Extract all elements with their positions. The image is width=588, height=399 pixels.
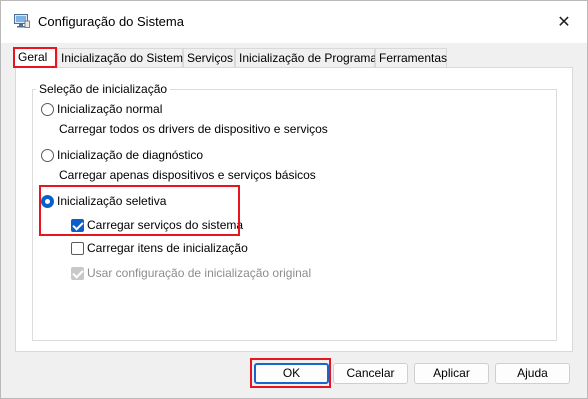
tab-ferramentas[interactable]: Ferramentas [375,48,447,67]
close-icon[interactable]: ✕ [541,1,587,43]
load-startup-items-label: Carregar itens de inicialização [87,241,248,255]
tab-servicos[interactable]: Serviços [183,48,235,67]
load-system-services-option[interactable]: Carregar serviços do sistema [71,218,243,232]
tab-inicializacao-do-sistema[interactable]: Inicialização do Sistema [57,48,190,67]
load-startup-items-checkbox[interactable] [71,241,84,255]
diagnostic-startup-label: Inicialização de diagnóstico [57,148,204,162]
msconfig-app-icon [14,14,30,28]
general-tab-panel: Seleção de inicialização Inicialização n… [15,67,573,352]
use-original-boot-label: Usar configuração de inicialização origi… [87,266,312,280]
help-button[interactable]: Ajuda [495,363,570,384]
window-title: Configuração do Sistema [38,14,184,29]
tab-geral[interactable]: Geral [13,47,57,68]
normal-startup-label: Inicialização normal [57,102,163,116]
apply-button[interactable]: Aplicar [414,363,489,384]
normal-startup-radio[interactable] [41,102,54,116]
selective-startup-label: Inicialização seletiva [57,194,167,208]
normal-startup-description: Carregar todos os drivers de dispositivo… [59,122,328,136]
system-config-window: Configuração do Sistema ✕ Geral Iniciali… [0,0,588,399]
load-startup-items-option[interactable]: Carregar itens de inicialização [71,241,248,255]
startup-selection-label: Seleção de inicialização [36,82,171,96]
selective-startup-option[interactable]: Inicialização seletiva [41,194,166,208]
normal-startup-option[interactable]: Inicialização normal [41,102,162,116]
cancel-button[interactable]: Cancelar [333,363,408,384]
title-bar: Configuração do Sistema ✕ [1,1,587,43]
tab-inicializacao-de-programas[interactable]: Inicialização de Programas [235,48,383,67]
load-system-services-checkbox[interactable] [71,218,84,232]
diagnostic-startup-description: Carregar apenas dispositivos e serviços … [59,168,316,182]
ok-button[interactable]: OK [254,363,329,384]
load-system-services-label: Carregar serviços do sistema [87,218,244,232]
use-original-boot-checkbox [71,266,84,280]
use-original-boot-option: Usar configuração de inicialização origi… [71,266,311,280]
diagnostic-startup-option[interactable]: Inicialização de diagnóstico [41,148,203,162]
selective-startup-radio[interactable] [41,194,54,208]
diagnostic-startup-radio[interactable] [41,148,54,162]
